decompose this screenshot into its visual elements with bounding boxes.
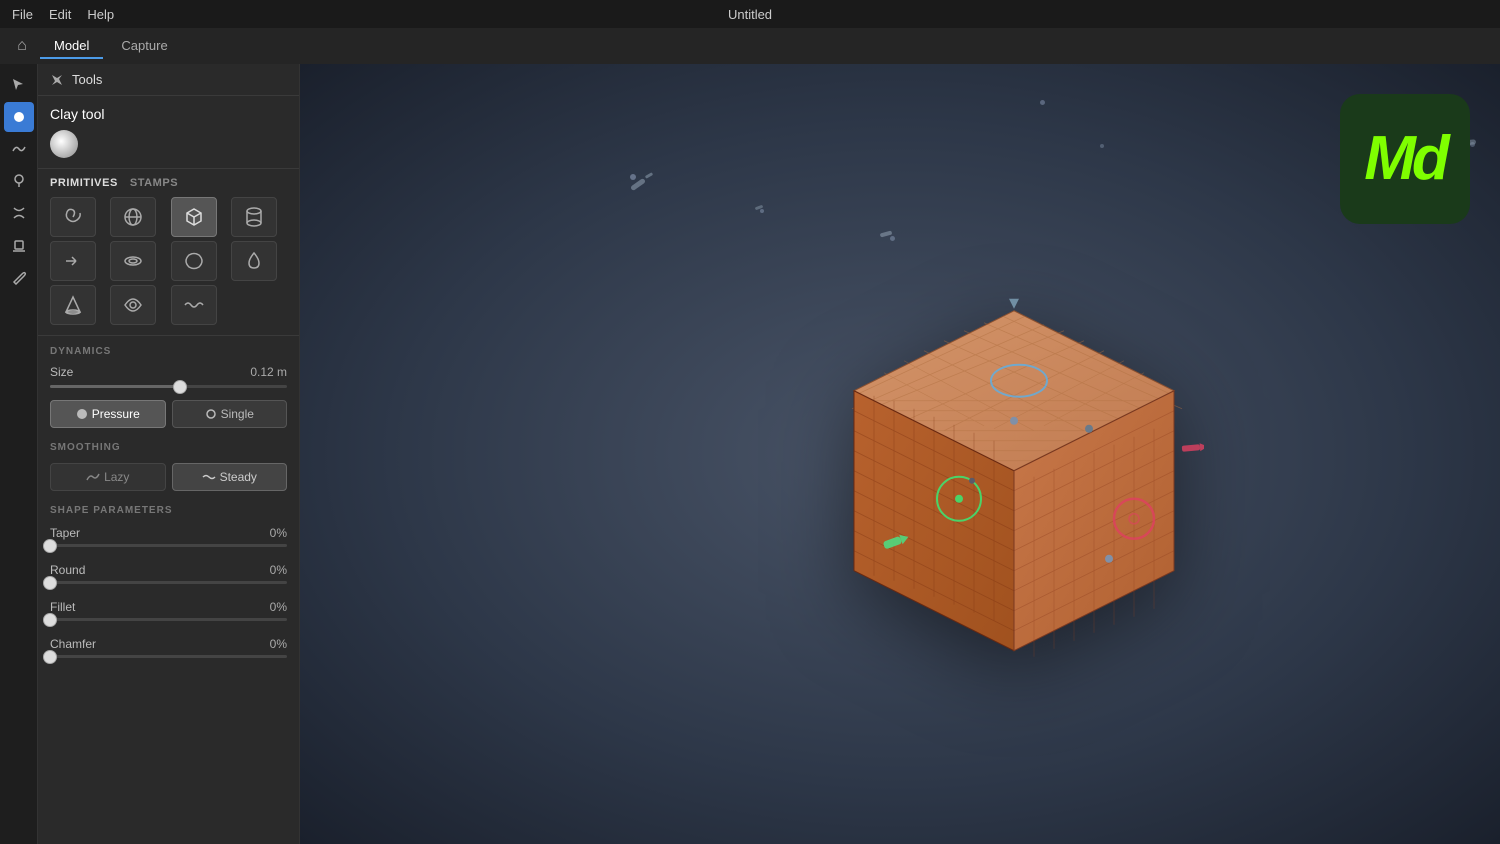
- primitives-stamps-tabs: PRIMITIVES STAMPS: [38, 169, 299, 193]
- pinch-tool-button[interactable]: [4, 198, 34, 228]
- round-param: Round 0%: [38, 557, 299, 586]
- tool-panel: Tools Clay tool PRIMITIVES STAMPS: [38, 64, 300, 844]
- steady-icon: [202, 472, 216, 482]
- prim-sphere-btn[interactable]: [110, 197, 156, 237]
- prim-torus-btn[interactable]: [110, 241, 156, 281]
- brush-cursor-green-center: [955, 495, 963, 503]
- paint-tool-button[interactable]: [4, 262, 34, 292]
- clay-tool-section: Clay tool: [38, 96, 299, 169]
- prim-spiral-btn[interactable]: [50, 197, 96, 237]
- fillet-slider[interactable]: [50, 618, 287, 621]
- lazy-steady-row: Lazy Steady: [38, 457, 299, 497]
- shape-params-label: SHAPE PARAMETERS: [38, 497, 299, 520]
- prim-droplet-btn[interactable]: [231, 241, 277, 281]
- lazy-icon: [86, 472, 100, 482]
- adobe-md-logo: Md: [1340, 94, 1470, 224]
- prim-capsule-btn[interactable]: [171, 241, 217, 281]
- particle: [630, 174, 636, 180]
- taper-slider[interactable]: [50, 544, 287, 547]
- taper-value: 0%: [270, 526, 287, 540]
- primitives-grid: [38, 193, 299, 333]
- round-label: Round: [50, 563, 85, 577]
- chamfer-slider[interactable]: [50, 655, 287, 658]
- taper-thumb[interactable]: [43, 539, 57, 553]
- prim-wave-btn[interactable]: [171, 285, 217, 325]
- clay-tool-button[interactable]: [4, 102, 34, 132]
- red-arrow-marker: [1182, 442, 1204, 452]
- prim-cylinder-btn[interactable]: [231, 197, 277, 237]
- steady-button[interactable]: Steady: [172, 463, 288, 491]
- home-button[interactable]: ⌂: [8, 32, 36, 60]
- dot-top-right: [1085, 425, 1093, 433]
- clay-tool-name: Clay tool: [50, 106, 287, 122]
- particle: [1100, 144, 1104, 148]
- clay-brush-preview[interactable]: [50, 130, 78, 158]
- dot-right: [1105, 555, 1113, 563]
- fillet-param: Fillet 0%: [38, 594, 299, 623]
- particle: [645, 172, 653, 179]
- stamp-tool-button[interactable]: [4, 166, 34, 196]
- file-menu[interactable]: File: [12, 7, 33, 22]
- single-icon: [205, 408, 217, 420]
- tab-capture[interactable]: Capture: [107, 34, 181, 59]
- size-slider-thumb[interactable]: [173, 380, 187, 394]
- select-tool-button[interactable]: [4, 70, 34, 100]
- divider-1: [38, 335, 299, 336]
- pressure-icon: [76, 408, 88, 420]
- particle: [760, 209, 764, 213]
- tab-bar: ⌂ Model Capture: [0, 28, 1500, 64]
- prim-cube-btn[interactable]: [171, 197, 217, 237]
- smooth-tool-button[interactable]: [4, 134, 34, 164]
- tools-header-icon: [50, 73, 64, 87]
- primitives-tab[interactable]: PRIMITIVES: [50, 177, 118, 189]
- 3d-cube[interactable]: [824, 281, 1204, 666]
- lazy-button[interactable]: Lazy: [50, 463, 166, 491]
- chamfer-label: Chamfer: [50, 637, 96, 651]
- single-button[interactable]: Single: [172, 400, 288, 428]
- fillet-label: Fillet: [50, 600, 75, 614]
- erase-tool-button[interactable]: [4, 230, 34, 260]
- tab-model[interactable]: Model: [40, 34, 103, 59]
- chamfer-param: Chamfer 0%: [38, 631, 299, 660]
- marker-top: [1009, 299, 1019, 309]
- dynamics-label: DYNAMICS: [38, 338, 299, 361]
- smoothing-label: SMOOTHING: [38, 434, 299, 457]
- tools-panel-label: Tools: [72, 72, 102, 87]
- window-title: Untitled: [728, 7, 772, 22]
- size-row: Size 0.12 m: [38, 361, 299, 383]
- viewport[interactable]: Md: [300, 64, 1500, 844]
- chamfer-thumb[interactable]: [43, 650, 57, 664]
- tool-icons-strip: [0, 64, 38, 844]
- size-value: 0.12 m: [250, 365, 287, 379]
- fillet-value: 0%: [270, 600, 287, 614]
- taper-label: Taper: [50, 526, 80, 540]
- edit-menu[interactable]: Edit: [49, 7, 71, 22]
- center-dot: [1010, 417, 1018, 425]
- size-slider-track[interactable]: [50, 385, 287, 388]
- menu-bar: File Edit Help Untitled: [0, 0, 1500, 28]
- particle: [1040, 100, 1045, 105]
- md-logo-text: Md: [1364, 128, 1446, 190]
- prim-eye-btn[interactable]: [110, 285, 156, 325]
- chamfer-value: 0%: [270, 637, 287, 651]
- size-label: Size: [50, 365, 73, 379]
- taper-param: Taper 0%: [38, 520, 299, 549]
- prim-cone-btn[interactable]: [50, 285, 96, 325]
- cube-svg: [824, 281, 1204, 661]
- brush-dot-1: [969, 478, 975, 484]
- main-area: Tools Clay tool PRIMITIVES STAMPS: [0, 64, 1500, 844]
- round-thumb[interactable]: [43, 576, 57, 590]
- fillet-thumb[interactable]: [43, 613, 57, 627]
- particle: [890, 236, 895, 241]
- size-slider-fill: [50, 385, 180, 388]
- round-value: 0%: [270, 563, 287, 577]
- prim-arrow-btn[interactable]: [50, 241, 96, 281]
- help-menu[interactable]: Help: [87, 7, 114, 22]
- pressure-button[interactable]: Pressure: [50, 400, 166, 428]
- round-slider[interactable]: [50, 581, 287, 584]
- stamps-tab[interactable]: STAMPS: [130, 177, 178, 189]
- tools-header: Tools: [38, 64, 299, 96]
- pressure-single-row: Pressure Single: [38, 394, 299, 434]
- size-slider-container: [38, 383, 299, 394]
